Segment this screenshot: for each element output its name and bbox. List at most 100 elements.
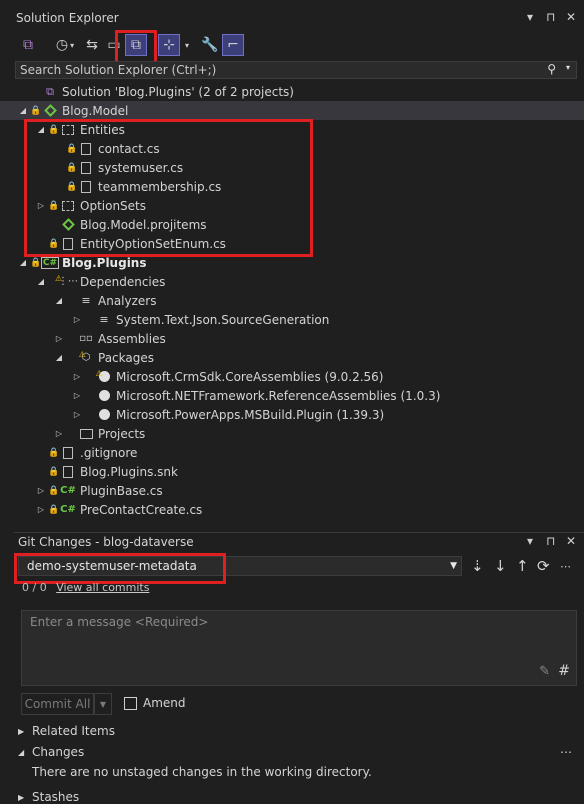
sync-icon[interactable]: ⟳ <box>537 557 550 575</box>
solution-explorer-search[interactable]: ⚲ ▾ <box>15 61 577 79</box>
csharp-icon: C# <box>60 485 76 496</box>
commit-all-button[interactable]: Commit All <box>21 693 94 715</box>
show-all-files-icon[interactable]: ⧉ <box>125 34 147 56</box>
changes-section[interactable]: ◢ Changes <box>18 745 84 759</box>
tree-item[interactable]: ▷ 🔒 OptionSets <box>0 196 584 215</box>
history-icon[interactable]: ◷ ▾ <box>50 34 80 56</box>
tree-item[interactable]: ▷ 🔒 C# PluginBase.cs <box>0 481 584 500</box>
search-icon[interactable]: ⚲ <box>547 62 556 76</box>
tree-item[interactable]: ◢ 🔒 Blog.Model <box>0 101 584 120</box>
tree-item[interactable]: 🔒 .gitignore <box>0 443 584 462</box>
chevron-down-icon[interactable]: ◢ <box>18 258 28 267</box>
more-options-icon[interactable]: ⋯ <box>560 745 572 759</box>
chevron-down-icon[interactable]: ▼ <box>450 561 457 571</box>
tree-item[interactable]: 🔒 EntityOptionSetEnum.cs <box>0 234 584 253</box>
folder-solid-icon <box>78 427 94 441</box>
chevron-right-icon[interactable]: ▷ <box>72 391 82 400</box>
push-icon[interactable]: ↑ <box>516 557 529 575</box>
tree-item[interactable]: 🔒 Blog.Plugins.snk <box>0 462 584 481</box>
related-items-label: Related Items <box>32 724 115 738</box>
tree-item[interactable]: Blog.Model.projitems <box>0 215 584 234</box>
commit-message-field[interactable]: Enter a message <Required> ✎ # <box>21 610 577 686</box>
pin-icon[interactable]: ⊓ <box>546 10 555 24</box>
commit-options-dropdown[interactable]: ▼ <box>94 693 112 715</box>
tree-item[interactable]: ◢ 🔒 C# Blog.Plugins <box>0 253 584 272</box>
close-icon[interactable]: ✕ <box>566 534 576 548</box>
switch-views-icon[interactable]: ⧉ <box>17 34 39 56</box>
more-options-icon[interactable]: ⋯ <box>560 560 571 573</box>
tree-item[interactable]: ▷ Microsoft.PowerApps.MSBuild.Plugin (1.3… <box>0 405 584 424</box>
analyzers-icon: ≡ <box>81 294 91 307</box>
amend-checkbox[interactable]: Amend <box>124 696 186 710</box>
tree-item[interactable]: ▷ Microsoft.NETFramework.ReferenceAssembl… <box>0 386 584 405</box>
view-all-commits-link[interactable]: View all commits <box>56 581 149 594</box>
chevron-right-icon[interactable]: ▷ <box>54 334 64 343</box>
chevron-down-icon[interactable]: ◢ <box>18 106 28 115</box>
tree-item-label: Dependencies <box>80 274 166 289</box>
tree-item[interactable]: ▷ Projects <box>0 424 584 443</box>
chevron-right-icon[interactable]: ▷ <box>72 372 82 381</box>
related-items-section[interactable]: ▶ Related Items <box>18 724 115 738</box>
tree-item-label: Packages <box>98 350 154 365</box>
branch-selector[interactable]: demo-systemuser-metadata ▼ <box>18 556 462 576</box>
analyzers-icon: ≡ <box>99 313 109 326</box>
lock-icon: 🔒 <box>66 143 78 154</box>
chevron-down-icon[interactable]: ▾ <box>181 34 191 56</box>
chevron-right-icon[interactable]: ▷ <box>72 315 82 324</box>
wrench-icon[interactable]: 🔧 <box>200 34 220 56</box>
tree-item-label: Blog.Plugins.snk <box>80 464 178 479</box>
commit-message-placeholder: Enter a message <Required> <box>30 615 209 629</box>
chevron-right-icon[interactable]: ▷ <box>36 201 46 210</box>
chevron-right-icon[interactable]: ▶ <box>18 727 28 736</box>
lock-icon: 🔒 <box>48 447 60 458</box>
tree-item-label: Microsoft.PowerApps.MSBuild.Plugin (1.39… <box>116 407 385 422</box>
pin-icon[interactable]: ⊓ <box>546 534 555 548</box>
git-changes-titlebar: Git Changes - blog-dataverse ▾ ⊓ ✕ <box>14 532 584 553</box>
preview-selected-items-icon[interactable]: ⌐ <box>222 34 244 56</box>
chevron-right-icon[interactable]: ▶ <box>18 793 28 802</box>
chevron-down-icon[interactable]: ◢ <box>54 353 64 362</box>
sync-with-active-document-icon[interactable]: ⇆ <box>82 34 102 56</box>
chevron-right-icon[interactable]: ▷ <box>36 505 46 514</box>
tree-item-label: Microsoft.NETFramework.ReferenceAssembli… <box>116 388 441 403</box>
sync-status: 0 / 0 View all commits <box>22 581 149 594</box>
chevron-down-icon[interactable]: ◢ <box>54 296 64 305</box>
chevron-right-icon[interactable]: ▷ <box>54 429 64 438</box>
tree-item[interactable]: ◢ ⋮⋯ ⚠ Dependencies <box>0 272 584 291</box>
stashes-section[interactable]: ▶ Stashes <box>18 790 79 804</box>
window-dropdown-icon[interactable]: ▾ <box>527 534 533 548</box>
lock-icon: 🔒 <box>30 105 42 116</box>
chevron-right-icon[interactable]: ▷ <box>72 410 82 419</box>
tree-item[interactable]: ⧉ Solution 'Blog.Plugins' (2 of 2 project… <box>0 82 584 101</box>
chevron-down-icon[interactable]: ▾ <box>566 63 570 72</box>
tree-item[interactable]: ◢ 🔒 Entities <box>0 120 584 139</box>
packages-icon: ⬡ ⚠ <box>78 350 91 363</box>
file-icon <box>60 237 76 251</box>
tree-item[interactable]: ◢ ⬡ ⚠ Packages <box>0 348 584 367</box>
search-input[interactable] <box>16 62 544 78</box>
properties-icon[interactable]: ⊹ <box>158 34 180 56</box>
tree-item[interactable]: 🔒 teammembership.cs <box>0 177 584 196</box>
chevron-down-icon[interactable]: ◢ <box>36 277 46 286</box>
checkbox-icon[interactable] <box>124 696 137 710</box>
tree-item[interactable]: ▷ 🔒 C# PreContactCreate.cs <box>0 500 584 519</box>
close-icon[interactable]: ✕ <box>566 10 576 24</box>
lock-icon: 🔒 <box>48 200 60 211</box>
tree-item[interactable]: 🔒 systemuser.cs <box>0 158 584 177</box>
chevron-right-icon[interactable]: ▷ <box>36 486 46 495</box>
tree-item[interactable]: ▷ ▫▫ Assemblies <box>0 329 584 348</box>
tree-item[interactable]: ▷ ≡ System.Text.Json.SourceGeneration <box>0 310 584 329</box>
lock-icon: 🔒 <box>48 466 60 477</box>
tree-item[interactable]: ▷ ⚠ Microsoft.CrmSdk.CoreAssemblies (9.0.2… <box>0 367 584 386</box>
chevron-down-icon[interactable]: ◢ <box>36 125 46 134</box>
generate-message-icon[interactable]: ✎ <box>539 664 550 679</box>
tree-item[interactable]: ◢ ≡ Analyzers <box>0 291 584 310</box>
window-dropdown-icon[interactable]: ▾ <box>527 10 533 24</box>
pull-icon[interactable]: ↓ <box>494 557 507 575</box>
tree-item[interactable]: 🔒 contact.cs <box>0 139 584 158</box>
collapse-all-icon[interactable]: ▭ <box>104 34 124 56</box>
issue-link-icon[interactable]: # <box>558 663 570 679</box>
tree-item-label: teammembership.cs <box>98 179 222 194</box>
chevron-down-icon[interactable]: ◢ <box>18 748 28 757</box>
fetch-icon[interactable]: ⇣ <box>471 557 484 575</box>
